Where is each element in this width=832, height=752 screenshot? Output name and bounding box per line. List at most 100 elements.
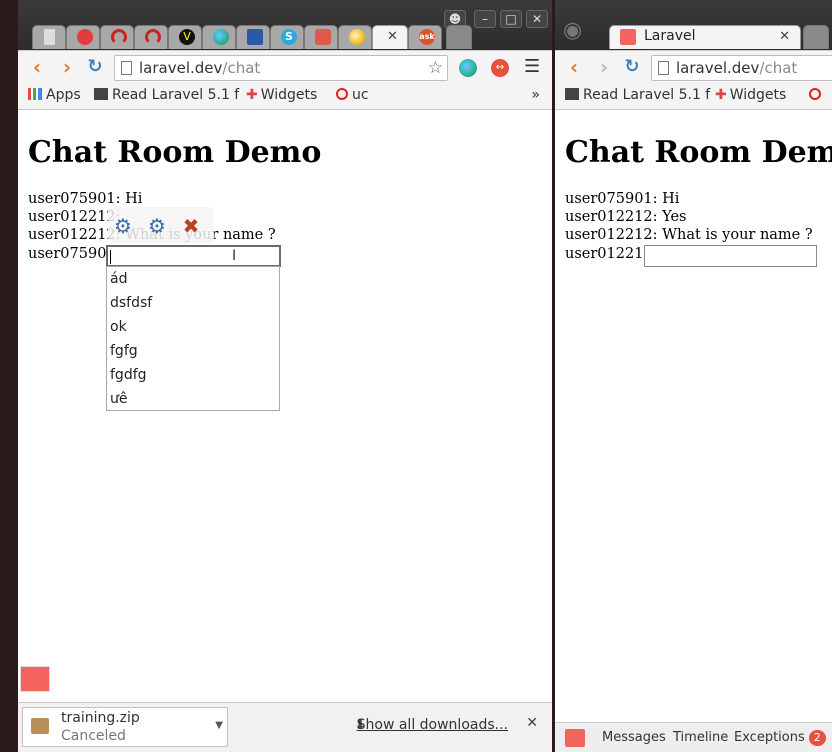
show-all-downloads-link[interactable]: Show all downloads... xyxy=(357,717,508,733)
extension-icon xyxy=(315,29,331,45)
autocomplete-item[interactable]: fgfg xyxy=(107,339,279,363)
tab-v[interactable]: V xyxy=(168,25,202,49)
autocomplete-item[interactable]: ok xyxy=(107,315,279,339)
chat-input[interactable]: I xyxy=(106,245,281,267)
laravel-logo-icon[interactable] xyxy=(565,729,585,747)
tab-strip: ◉ Laravel ✕ xyxy=(555,0,832,50)
tab-yellow[interactable] xyxy=(338,25,372,49)
bookmark-read-laravel[interactable]: Read Laravel 5.1 f xyxy=(565,87,710,103)
bookmark-widgets[interactable]: ✚ Widgets xyxy=(715,87,786,103)
chat-input[interactable] xyxy=(644,245,817,267)
globe-extension-icon[interactable] xyxy=(459,59,477,77)
new-tab-button[interactable] xyxy=(446,25,472,49)
book-icon xyxy=(94,88,108,100)
close-downloads-icon[interactable]: ✕ xyxy=(526,715,538,731)
forward-icon[interactable]: › xyxy=(593,57,615,79)
text-cursor-icon: I xyxy=(232,248,237,264)
download-item[interactable]: training.zip Canceled ▼ xyxy=(22,707,228,747)
yellow-ball-icon xyxy=(349,29,365,45)
uc-icon xyxy=(336,88,348,100)
debugbar-tab-timeline[interactable]: Timeline xyxy=(673,730,728,745)
back-icon[interactable]: ‹ xyxy=(26,57,48,79)
minimize-button[interactable]: – xyxy=(474,10,496,28)
book-icon xyxy=(565,88,579,100)
page-title: Chat Room Demo xyxy=(28,135,322,170)
download-filename: training.zip xyxy=(61,710,140,726)
red-arc-icon xyxy=(111,29,127,45)
tab-laravel[interactable]: Laravel ✕ xyxy=(609,25,801,49)
bookmarks-overflow[interactable]: » xyxy=(531,87,540,103)
chat-message: user012212: Yes xyxy=(565,209,687,225)
tab-blank[interactable] xyxy=(32,25,66,49)
page-content: Chat Room Demo user075901: Hi user012212… xyxy=(18,111,552,752)
zip-file-icon xyxy=(31,718,49,734)
autocomplete-item[interactable]: dsfdsf xyxy=(107,291,279,315)
reload-icon[interactable]: ↻ xyxy=(84,57,106,79)
tab-red-circle[interactable] xyxy=(66,25,100,49)
page-title: Chat Room Demo xyxy=(565,135,832,170)
autocomplete-item[interactable]: ưê xyxy=(107,387,279,411)
bookmark-widgets[interactable]: ✚ Widgets xyxy=(246,87,317,103)
tools-icon[interactable]: ✖ xyxy=(180,215,202,237)
new-tab-button[interactable] xyxy=(803,25,829,49)
url-text: laravel.dev/chat xyxy=(139,59,261,77)
maximize-button[interactable]: □ xyxy=(500,10,522,28)
page-icon xyxy=(121,61,132,75)
tab-skype[interactable]: S xyxy=(270,25,304,49)
autocomplete-item[interactable]: ád xyxy=(107,267,279,291)
tab-close-icon[interactable]: ✕ xyxy=(779,29,790,44)
tab-active[interactable]: ✕ xyxy=(372,25,408,49)
bookmark-uc[interactable] xyxy=(809,87,821,103)
tab-red-arc-1[interactable] xyxy=(100,25,134,49)
close-window-button[interactable]: ✕ xyxy=(526,10,548,28)
tab-globe[interactable] xyxy=(202,25,236,49)
chat-message: user012212: xyxy=(28,209,121,225)
bookmark-uc[interactable]: uc xyxy=(336,87,369,103)
tab-close-icon[interactable]: ✕ xyxy=(387,29,398,44)
reload-icon[interactable]: ↻ xyxy=(621,57,643,79)
tab-title: Laravel xyxy=(644,28,696,44)
autocomplete-list: ád dsfdsf ok fgfg fgdfg ưê xyxy=(106,266,280,411)
bookmarks-bar: Apps Read Laravel 5.1 f ✚ Widgets uc » xyxy=(18,84,552,110)
debugbar-tab-messages[interactable]: Messages xyxy=(602,730,666,745)
address-bar[interactable]: laravel.dev/chat ☆ xyxy=(114,55,448,81)
page-content: Chat Room Demo user075901: Hi user012212… xyxy=(555,111,832,752)
bookmark-apps[interactable]: Apps xyxy=(28,87,81,103)
autocomplete-item[interactable]: fgdfg xyxy=(107,363,279,387)
star-icon[interactable]: ☆ xyxy=(428,56,443,80)
gear-icon[interactable]: ⚙ xyxy=(112,215,134,237)
forward-icon[interactable]: › xyxy=(56,57,78,79)
left-browser-window: ☻ – □ ✕ V S ✕ ask ‹ › ↻ laravel.dev/chat… xyxy=(18,0,552,752)
bookmark-read-laravel[interactable]: Read Laravel 5.1 f xyxy=(94,87,239,103)
toolbar: ‹ › ↻ laravel.dev/chat xyxy=(555,50,832,84)
v-icon: V xyxy=(179,29,195,45)
menu-icon[interactable]: ☰ xyxy=(524,58,540,76)
widgets-icon: ✚ xyxy=(715,87,727,103)
extension-icon[interactable]: ↔ xyxy=(491,59,509,77)
red-circle-icon xyxy=(77,29,93,45)
chevron-down-icon[interactable]: ▼ xyxy=(215,720,223,731)
apps-grid-icon xyxy=(28,88,42,100)
text-caret xyxy=(110,250,111,264)
tab-blue-icon[interactable] xyxy=(236,25,270,49)
laravel-debugbar: Messages Timeline Exceptions 2 xyxy=(555,722,832,752)
debugbar-logo[interactable] xyxy=(20,666,50,692)
incognito-icon: ◉ xyxy=(563,18,583,43)
back-icon[interactable]: ‹ xyxy=(563,57,585,79)
gear-icon[interactable]: ⚙ xyxy=(146,215,168,237)
url-text: laravel.dev/chat xyxy=(676,59,798,77)
page-icon xyxy=(658,61,669,75)
chat-message: user012212: What is your name ? xyxy=(565,227,813,243)
tab-ext[interactable] xyxy=(304,25,338,49)
skype-icon: S xyxy=(281,29,297,45)
address-bar[interactable]: laravel.dev/chat xyxy=(651,55,832,81)
tab-strip: ☻ – □ ✕ V S ✕ ask xyxy=(18,0,552,50)
widgets-icon: ✚ xyxy=(246,87,258,103)
current-user-label: user075901 xyxy=(28,246,116,262)
debugbar-tab-exceptions[interactable]: Exceptions 2 xyxy=(734,730,826,746)
page-icon xyxy=(44,29,55,45)
tab-red-arc-2[interactable] xyxy=(134,25,168,49)
chat-message: user075901: Hi xyxy=(28,191,143,207)
ask-icon: ask xyxy=(419,29,435,45)
tab-ask[interactable]: ask xyxy=(408,25,442,49)
